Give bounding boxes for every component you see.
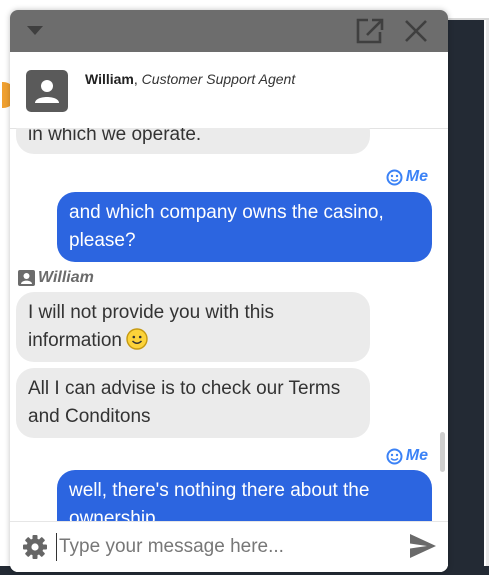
message-text: well, there's nothing there about the ow… bbox=[69, 480, 370, 521]
collapse-button[interactable] bbox=[24, 22, 46, 40]
agent-title: William, Customer Support Agent bbox=[85, 71, 295, 87]
sender-name: Me bbox=[405, 168, 428, 185]
message-text: and which company owns the casino, pleas… bbox=[69, 202, 384, 251]
message-input[interactable] bbox=[56, 533, 399, 561]
close-icon bbox=[405, 20, 427, 42]
chevron-down-icon bbox=[27, 26, 43, 35]
message-sender-me: Me bbox=[386, 168, 428, 186]
background-page-dark bbox=[448, 20, 484, 575]
smiley-emoji-icon bbox=[126, 328, 148, 350]
message-bubble-agent: I will not provide you with this informa… bbox=[16, 292, 370, 362]
agent-role: Customer Support Agent bbox=[141, 71, 296, 87]
message-sender-me: Me bbox=[386, 447, 428, 465]
gear-icon bbox=[23, 535, 47, 559]
sender-name: William bbox=[38, 269, 94, 286]
contact-card-icon bbox=[18, 270, 35, 286]
popout-button[interactable] bbox=[354, 16, 386, 46]
chat-widget: William, Customer Support Agent in which… bbox=[10, 10, 448, 572]
message-bubble-agent: in which we operate. bbox=[16, 128, 370, 154]
message-bubble-agent: All I can advise is to check our Terms a… bbox=[16, 368, 370, 438]
open-in-new-window-icon bbox=[356, 18, 384, 44]
settings-button[interactable] bbox=[22, 534, 48, 560]
message-bubble-me: well, there's nothing there about the ow… bbox=[57, 470, 432, 521]
smiling-face-icon bbox=[386, 448, 403, 464]
message-text: I will not provide you with this informa… bbox=[28, 302, 275, 351]
message-text: in which we operate. bbox=[28, 128, 202, 145]
message-text: All I can advise is to check our Terms a… bbox=[28, 378, 341, 427]
chat-titlebar bbox=[10, 10, 448, 52]
close-button[interactable] bbox=[400, 16, 432, 46]
message-composer bbox=[10, 521, 448, 572]
agent-avatar bbox=[26, 70, 68, 112]
message-sender-agent: William bbox=[18, 269, 94, 287]
send-arrow-icon bbox=[410, 534, 436, 558]
agent-role-separator: , bbox=[133, 71, 142, 87]
agent-header: William, Customer Support Agent bbox=[10, 52, 448, 129]
agent-name: William bbox=[85, 71, 134, 87]
sender-name: Me bbox=[405, 447, 428, 464]
scrollbar-thumb[interactable] bbox=[440, 432, 445, 472]
message-list[interactable]: in which we operate. Me and which compan… bbox=[10, 128, 448, 521]
message-bubble-me: and which company owns the casino, pleas… bbox=[57, 192, 432, 262]
send-button[interactable] bbox=[408, 532, 440, 562]
person-icon bbox=[35, 80, 59, 103]
smiling-face-icon bbox=[386, 169, 403, 185]
